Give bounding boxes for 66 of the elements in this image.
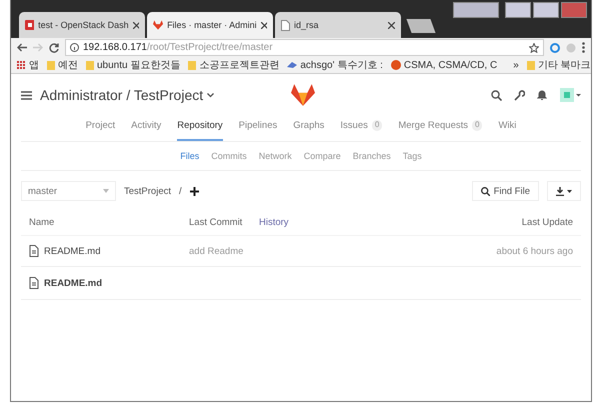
search-icon xyxy=(480,186,490,196)
breadcrumb-link[interactable]: TestProject xyxy=(124,186,171,196)
bookmark-link[interactable]: 예전 xyxy=(58,58,78,72)
star-icon[interactable] xyxy=(529,42,539,52)
wrench-icon[interactable] xyxy=(514,90,525,100)
history-link[interactable]: History xyxy=(259,216,443,228)
download-button[interactable] xyxy=(547,181,581,201)
browser-tab[interactable]: test - OpenStack Dash xyxy=(19,12,145,38)
subnav-tab[interactable]: Files xyxy=(180,151,200,161)
circle-icon xyxy=(390,60,401,70)
bookmark-link[interactable]: 앱 xyxy=(29,58,39,72)
breadcrumb-separator: / xyxy=(179,186,182,196)
file-icon xyxy=(29,277,39,289)
new-tab-button[interactable] xyxy=(406,19,436,33)
apps-grid-icon xyxy=(17,60,26,70)
project-title[interactable]: Administrator / TestProject xyxy=(40,87,204,103)
folder-icon xyxy=(526,60,535,70)
search-icon[interactable] xyxy=(491,90,502,100)
nav-tab[interactable]: Merge Requests 0 xyxy=(398,112,482,141)
plus-icon[interactable] xyxy=(190,186,199,196)
folder-icon xyxy=(188,60,196,70)
nav-tab[interactable]: Pipelines xyxy=(238,112,278,141)
folder-icon xyxy=(86,60,94,70)
bookmark-link[interactable]: 소공프로젝트관련 xyxy=(199,58,280,72)
more-bookmarks-button[interactable]: » xyxy=(513,60,519,70)
reload-icon[interactable] xyxy=(49,42,59,52)
nav-tab[interactable]: Graphs xyxy=(293,112,324,141)
find-file-button[interactable]: Find File xyxy=(472,181,539,201)
nav-tab[interactable]: Project xyxy=(86,112,116,141)
fox-logo[interactable] xyxy=(290,84,315,106)
close-icon[interactable] xyxy=(260,22,267,28)
file-icon xyxy=(281,20,290,30)
address-field[interactable]: 192.168.0.171/root/TestProject/tree/master xyxy=(65,39,544,56)
branch-dropdown[interactable]: master xyxy=(21,181,116,201)
nav-tab[interactable]: Repository xyxy=(177,112,223,141)
readme-title: README.md xyxy=(44,278,102,288)
download-icon xyxy=(556,186,572,196)
column-header: Name xyxy=(29,216,56,228)
folder-icon xyxy=(47,60,55,70)
column-header: Last Commit xyxy=(189,216,244,228)
bookmark-link[interactable]: ubuntu 필요한것들 xyxy=(97,58,180,72)
file-icon xyxy=(29,245,39,257)
menu-icon[interactable] xyxy=(21,90,32,100)
bookmark-link[interactable]: 기타 북마크 xyxy=(538,58,591,72)
chevron-down-icon[interactable] xyxy=(207,92,214,98)
column-header: Last Update xyxy=(520,216,573,228)
nav-tab[interactable]: Issues 0 xyxy=(340,112,382,141)
nav-tab[interactable]: Activity xyxy=(131,112,162,141)
browser-tab[interactable]: id_rsa xyxy=(275,12,401,38)
file-link[interactable]: README.md xyxy=(44,246,100,256)
browser-tab[interactable]: Files · master · Admini xyxy=(147,12,273,38)
menu-icon[interactable] xyxy=(582,42,585,53)
fox-favicon-icon xyxy=(153,20,164,30)
close-icon[interactable] xyxy=(132,22,139,28)
count-badge: 0 xyxy=(372,120,382,131)
nav-tab[interactable]: Wiki xyxy=(498,112,516,141)
info-icon xyxy=(70,43,79,52)
bookmark-link[interactable]: achsgo' 특수기호 : xyxy=(300,58,383,72)
count-badge: 0 xyxy=(472,120,482,131)
page-favicon-icon xyxy=(25,20,34,30)
chevron-down-icon xyxy=(103,189,109,193)
back-icon[interactable] xyxy=(17,43,27,52)
update-time: about 6 hours ago xyxy=(495,246,573,256)
bell-icon[interactable] xyxy=(537,90,547,100)
bookmark-link[interactable]: CSMA, CSMA/CD, C xyxy=(404,60,498,70)
close-icon[interactable] xyxy=(388,22,395,28)
